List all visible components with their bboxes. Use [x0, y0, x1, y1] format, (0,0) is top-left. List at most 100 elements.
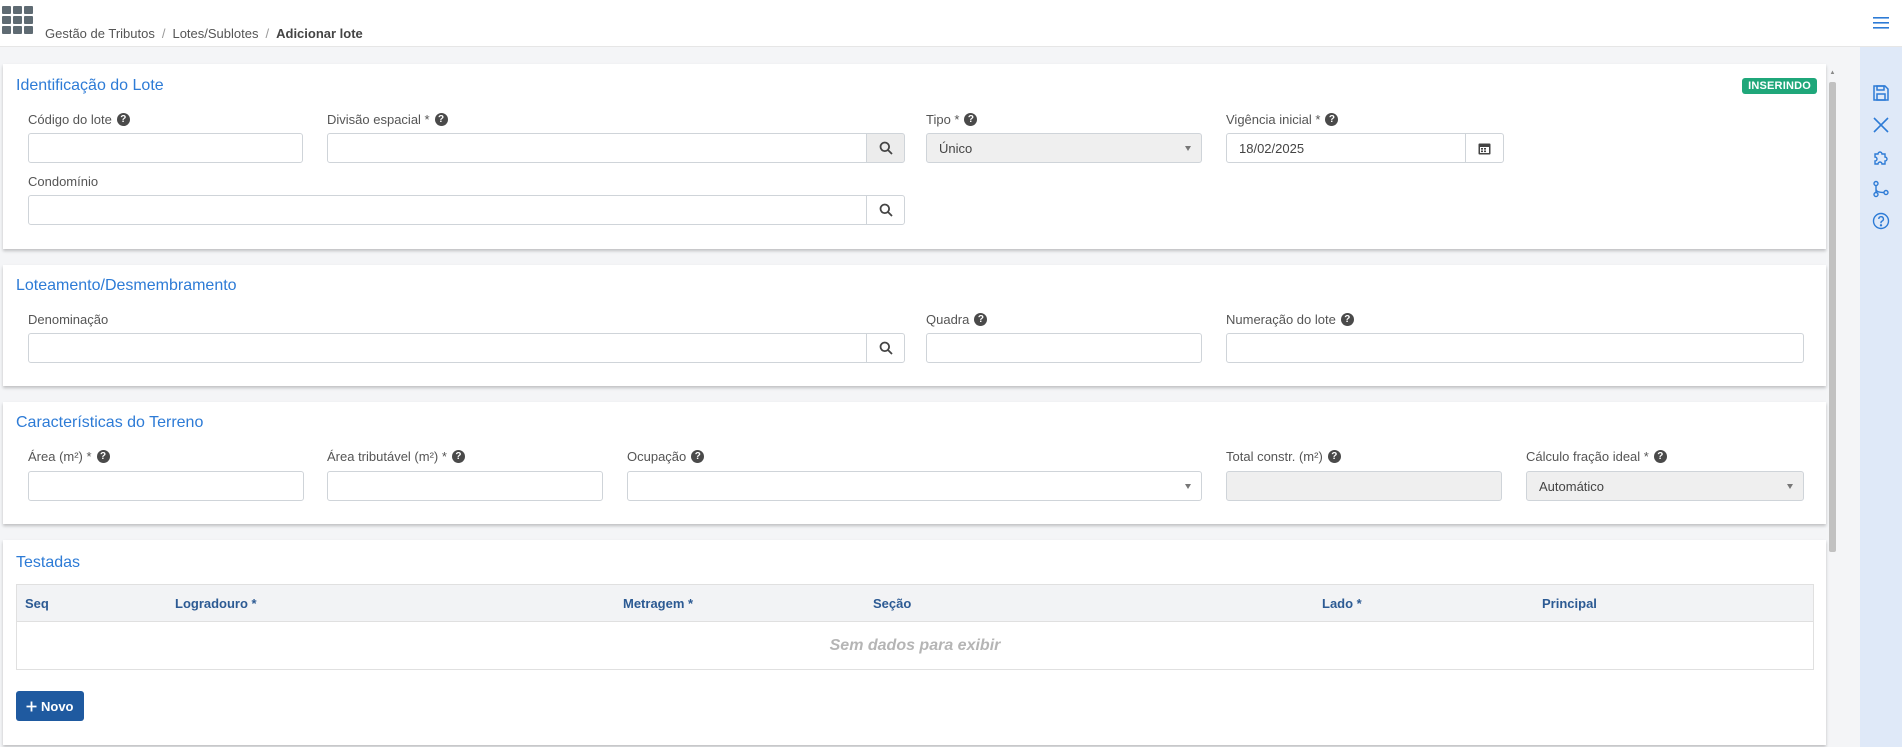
area-tributavel-label: Área tributável (m²) *: [327, 449, 447, 464]
denominacao-search-button[interactable]: [866, 333, 905, 363]
panel-testadas: Testadas Seq Logradouro * Metragem * Seç…: [3, 540, 1826, 745]
help-icon[interactable]: ?: [1340, 313, 1354, 326]
total-constr-label-group: Total constr. (m²)?: [1226, 449, 1341, 464]
flow-icon[interactable]: [1871, 179, 1891, 199]
quadra-input[interactable]: [926, 333, 1202, 363]
tipo-label: Tipo *: [926, 112, 960, 127]
add-testada-label: Novo: [41, 698, 74, 714]
breadcrumb-separator: /: [161, 26, 166, 41]
tipo-label-group: Tipo *?: [926, 112, 978, 127]
help-icon[interactable]: ?: [116, 113, 130, 126]
area-input[interactable]: [28, 471, 304, 501]
search-icon: [879, 141, 893, 155]
vigencia-input[interactable]: 18/02/2025: [1226, 133, 1466, 163]
help-icon[interactable]: ?: [1653, 450, 1667, 463]
tipo-select[interactable]: Único: [926, 133, 1202, 163]
codigo-input[interactable]: [28, 133, 303, 163]
condominio-label: Condomínio: [28, 174, 99, 189]
panel-terreno: Características do Terreno Área (m²) *? …: [3, 402, 1826, 524]
calculo-value: Automático: [1539, 478, 1605, 494]
area-tributavel-input[interactable]: [327, 471, 603, 501]
condominio-search-button[interactable]: [866, 195, 905, 225]
column-header-principal[interactable]: Principal: [1542, 596, 1597, 611]
ocupacao-select[interactable]: [627, 471, 1202, 501]
quadra-label: Quadra: [926, 312, 970, 327]
calculo-select[interactable]: Automático: [1526, 471, 1804, 501]
column-header-lado[interactable]: Lado *: [1322, 596, 1362, 611]
table-body: Sem dados para exibir: [16, 622, 1814, 670]
breadcrumb-item-lotes[interactable]: Lotes/Sublotes: [172, 26, 258, 41]
plus-icon: [26, 701, 37, 711]
table-header: Seq Logradouro * Metragem * Seção Lado *…: [16, 584, 1814, 622]
denominacao-input[interactable]: [28, 333, 868, 363]
breadcrumb-item-gestao[interactable]: Gestão de Tributos: [45, 26, 155, 41]
codigo-label: Código do lote: [28, 112, 112, 127]
status-badge: INSERINDO: [1742, 78, 1817, 94]
column-header-secao[interactable]: Seção: [873, 596, 911, 611]
help-icon[interactable]: ?: [964, 113, 978, 126]
chevron-down-icon: [1185, 484, 1191, 489]
breadcrumb: Gestão de Tributos / Lotes/Sublotes / Adicio…: [45, 26, 363, 41]
help-icon[interactable]: ?: [1325, 113, 1339, 126]
panel-title: Características do Terreno: [16, 414, 204, 431]
search-icon: [879, 341, 893, 355]
calendar-icon: [1478, 143, 1491, 154]
right-toolbar: [1860, 0, 1902, 747]
total-constr-label: Total constr. (m²): [1226, 449, 1323, 464]
divisao-label: Divisão espacial *: [327, 112, 430, 127]
numeracao-label-group: Numeração do lote?: [1226, 312, 1354, 327]
breadcrumb-separator: /: [265, 26, 270, 41]
scrollbar-thumb[interactable]: [1829, 82, 1836, 552]
help-icon[interactable]: [1871, 211, 1891, 231]
menu-icon[interactable]: [1860, 0, 1902, 47]
ocupacao-label-group: Ocupação?: [627, 449, 705, 464]
area-tributavel-label-group: Área tributável (m²) *?: [327, 449, 465, 464]
divisao-input[interactable]: [327, 133, 867, 163]
calculo-label-group: Cálculo fração ideal *?: [1526, 449, 1667, 464]
top-bar: Gestão de Tributos / Lotes/Sublotes / Adicio…: [0, 0, 1860, 47]
panel-title: Identificação do Lote: [16, 77, 164, 94]
total-constr-input: [1226, 471, 1502, 501]
apps-grid-icon[interactable]: [2, 6, 36, 36]
condominio-input[interactable]: [28, 195, 868, 225]
search-icon: [879, 203, 893, 217]
panel-identificacao: Identificação do Lote INSERINDO Código d…: [3, 64, 1826, 249]
column-header-logradouro[interactable]: Logradouro *: [175, 596, 257, 611]
close-icon[interactable]: [1871, 115, 1891, 135]
help-icon[interactable]: ?: [434, 113, 448, 126]
help-icon[interactable]: ?: [451, 450, 465, 463]
help-icon[interactable]: ?: [691, 450, 705, 463]
help-icon[interactable]: ?: [1327, 450, 1341, 463]
codigo-label-group: Código do lote?: [28, 112, 130, 127]
puzzle-icon[interactable]: [1871, 147, 1891, 167]
numeracao-label: Numeração do lote: [1226, 312, 1336, 327]
chevron-down-icon: [1787, 484, 1793, 489]
calculo-label: Cálculo fração ideal *: [1526, 449, 1649, 464]
save-icon[interactable]: [1871, 83, 1891, 103]
panel-loteamento: Loteamento/Desmembramento Denominação Qu…: [3, 265, 1826, 386]
chevron-down-icon: [1185, 146, 1191, 151]
denominacao-label: Denominação: [28, 312, 109, 327]
column-header-metragem[interactable]: Metragem *: [623, 596, 693, 611]
vigencia-calendar-button[interactable]: [1465, 133, 1504, 163]
help-icon[interactable]: ?: [96, 450, 110, 463]
help-icon[interactable]: ?: [974, 313, 988, 326]
breadcrumb-current: Adicionar lote: [276, 26, 363, 41]
column-header-seq[interactable]: Seq: [25, 596, 49, 611]
vigencia-label: Vigência inicial *: [1226, 112, 1321, 127]
numeracao-input[interactable]: [1226, 333, 1804, 363]
denominacao-label-group: Denominação: [28, 312, 108, 327]
ocupacao-label: Ocupação: [627, 449, 687, 464]
divisao-search-button[interactable]: [866, 133, 905, 163]
panel-title: Loteamento/Desmembramento: [16, 277, 237, 294]
panel-title: Testadas: [16, 554, 81, 571]
condominio-label-group: Condomínio: [28, 174, 98, 189]
divisao-label-group: Divisão espacial *?: [327, 112, 448, 127]
area-label: Área (m²) *: [28, 449, 92, 464]
area-label-group: Área (m²) *?: [28, 449, 110, 464]
quadra-label-group: Quadra?: [926, 312, 988, 327]
vigencia-label-group: Vigência inicial *?: [1226, 112, 1339, 127]
empty-state-text: Sem dados para exibir: [829, 636, 1001, 654]
add-testada-button[interactable]: Novo: [16, 691, 84, 721]
scroll-up-arrow[interactable]: ▲: [1829, 70, 1836, 78]
